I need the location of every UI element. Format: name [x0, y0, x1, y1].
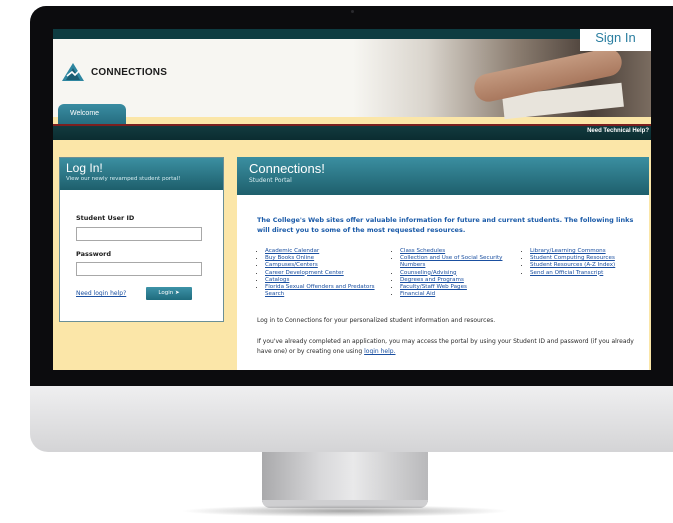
login-panel-header: Log In! View our newly revamped student …	[60, 158, 223, 190]
link-library[interactable]: Library/Learning Commons	[530, 248, 606, 254]
link-ssn-collection[interactable]: Collection and Use of Social Security Nu…	[400, 255, 502, 268]
login-help-inline-link[interactable]: login help.	[364, 348, 395, 355]
camera-dot	[351, 10, 354, 13]
sign-in-link[interactable]: Sign In	[580, 29, 651, 51]
intro-text: The College's Web sites offer valuable i…	[257, 216, 634, 234]
password-input[interactable]	[76, 262, 202, 276]
login-button[interactable]: Login ➤	[146, 287, 192, 300]
link-buy-books[interactable]: Buy Books Online	[265, 255, 314, 261]
password-label: Password	[76, 250, 112, 258]
link-catalogs[interactable]: Catalogs	[265, 277, 289, 283]
list-item[interactable]: Degrees and Programs	[400, 277, 508, 284]
nav-strip: Need Technical Help?	[53, 124, 651, 140]
connections-logo-icon	[62, 63, 84, 81]
list-item[interactable]: Student Resources (A-Z Index)	[530, 262, 651, 269]
login-panel: Log In! View our newly revamped student …	[59, 157, 224, 322]
tech-help-link[interactable]: Need Technical Help?	[587, 128, 649, 134]
link-faculty-pages[interactable]: Faculty/Staff Web Pages	[400, 284, 467, 290]
list-item[interactable]: Library/Learning Commons	[530, 248, 651, 255]
links-column-2: Class Schedules Collection and Use of So…	[392, 248, 508, 298]
application-info-body: If you've already completed an applicati…	[257, 338, 634, 355]
list-item[interactable]: Buy Books Online	[265, 255, 383, 262]
link-counseling[interactable]: Counseling/Advising	[400, 270, 457, 276]
main-panel: Connections! Student Portal The College'…	[237, 157, 649, 370]
list-item[interactable]: Send an Official Transcript	[530, 270, 651, 277]
main-panel-header: Connections! Student Portal	[237, 157, 649, 195]
link-degrees[interactable]: Degrees and Programs	[400, 277, 464, 283]
application-info-text: If you've already completed an applicati…	[257, 337, 637, 357]
link-florida-offenders[interactable]: Florida Sexual Offenders and Predators S…	[265, 284, 375, 297]
list-item[interactable]: Faculty/Staff Web Pages	[400, 284, 508, 291]
list-item[interactable]: Collection and Use of Social Security Nu…	[400, 255, 508, 269]
list-item[interactable]: Student Computing Resources	[530, 255, 651, 262]
user-id-input[interactable]	[76, 227, 202, 241]
screen: Sign In CONNECTIONS Welcome Need Technic…	[53, 29, 651, 370]
list-item[interactable]: Catalogs	[265, 277, 383, 284]
list-item[interactable]: Career Development Center	[265, 270, 383, 277]
link-financial-aid[interactable]: Financial Aid	[400, 291, 435, 297]
login-title: Log In!	[66, 161, 103, 175]
login-subtitle: View our newly revamped student portal!	[66, 176, 181, 182]
link-class-schedules[interactable]: Class Schedules	[400, 248, 445, 254]
monitor-chin	[30, 386, 673, 452]
user-id-label: Student User ID	[76, 214, 135, 222]
site-header: Sign In CONNECTIONS Welcome	[53, 29, 651, 124]
brand-name: CONNECTIONS	[91, 67, 168, 78]
list-item[interactable]: Campuses/Centers	[265, 262, 383, 269]
links-column-3: Library/Learning Commons Student Computi…	[522, 248, 651, 277]
list-item[interactable]: Financial Aid	[400, 291, 508, 298]
list-item[interactable]: Academic Calendar	[265, 248, 383, 255]
tab-welcome[interactable]: Welcome	[58, 104, 126, 124]
link-academic-calendar[interactable]: Academic Calendar	[265, 248, 319, 254]
login-button-label: Login	[158, 290, 174, 296]
link-career-center[interactable]: Career Development Center	[265, 270, 344, 276]
header-top-bar	[53, 29, 651, 39]
stand-shadow	[180, 505, 510, 517]
links-column-1: Academic Calendar Buy Books Online Campu…	[257, 248, 383, 298]
main-subtitle: Student Portal	[249, 177, 292, 184]
monitor-stand	[262, 452, 428, 502]
main-title: Connections!	[249, 161, 325, 176]
link-computing-resources[interactable]: Student Computing Resources	[530, 255, 615, 261]
link-transcript[interactable]: Send an Official Transcript	[530, 270, 603, 276]
arrow-icon: ➤	[174, 290, 180, 296]
link-campuses[interactable]: Campuses/Centers	[265, 262, 318, 268]
login-help-link[interactable]: Need login help?	[76, 290, 126, 297]
link-student-resources[interactable]: Student Resources (A-Z Index)	[530, 262, 615, 268]
portal-info-text: Log in to Connections for your personali…	[257, 317, 496, 324]
list-item[interactable]: Class Schedules	[400, 248, 508, 255]
list-item[interactable]: Counseling/Advising	[400, 270, 508, 277]
list-item[interactable]: Florida Sexual Offenders and Predators S…	[265, 284, 383, 298]
